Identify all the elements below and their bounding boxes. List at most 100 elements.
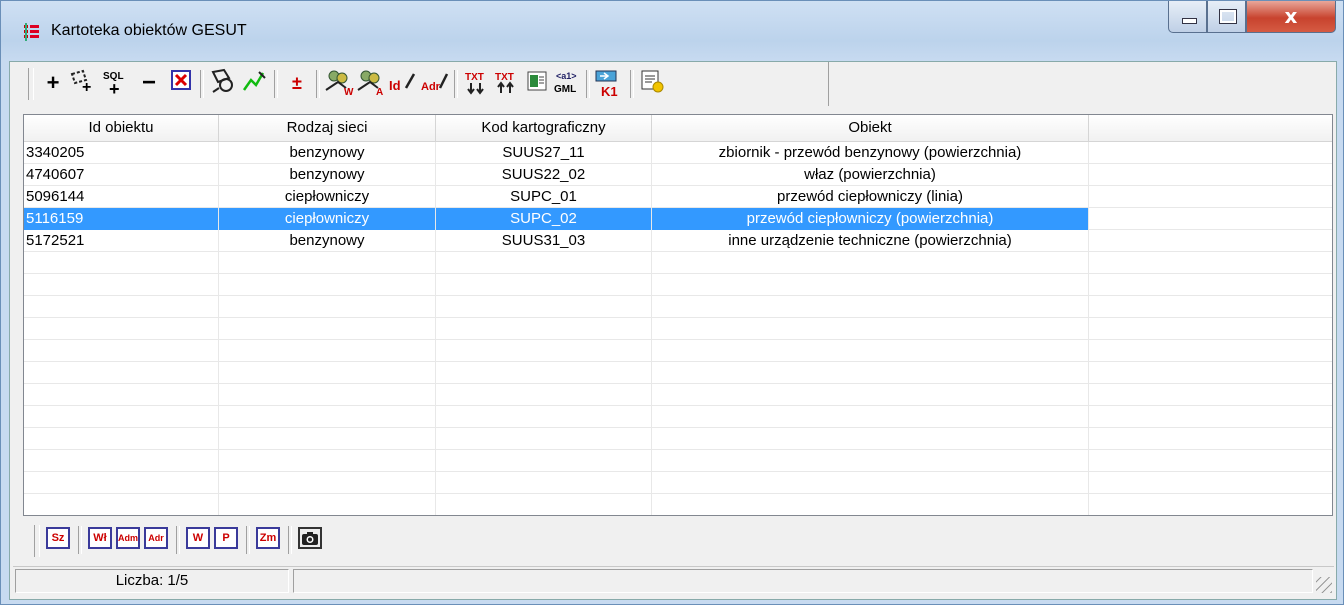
edit-id-button[interactable]: Id — [388, 68, 418, 98]
toolbar-separator — [316, 70, 320, 98]
cell-map-code: SUUS31_03 — [436, 230, 652, 252]
cell-object: inne urządzenie techniczne (powierzchnia… — [652, 230, 1089, 252]
excel-export-icon — [527, 71, 547, 91]
table-row[interactable]: 3340205 benzynowy SUUS27_11 zbiornik - p… — [24, 142, 1332, 164]
bottom-toolbar: Sz Wł Adm Adr W P Zm — [30, 520, 410, 560]
remove-button[interactable]: − — [134, 68, 164, 98]
txt-import-button[interactable]: TXT — [462, 68, 492, 98]
toolbar-separator — [78, 526, 82, 554]
cell-object: przewód ciepłowniczy (powierzchnia) — [652, 208, 1089, 230]
empty-row — [24, 384, 1332, 406]
add-icon: + — [46, 70, 60, 95]
app-window: Kartoteka obiektów GESUT x + + SQL + − ±… — [0, 0, 1344, 605]
adr-button[interactable]: Adr — [144, 527, 168, 549]
k1-icon: K1 — [595, 70, 618, 99]
edit-adr-button[interactable]: Adr — [420, 68, 450, 98]
add-by-polygon-icon: + — [70, 69, 91, 96]
table-row[interactable]: 5096144 ciepłowniczy SUPC_01 przewód cie… — [24, 186, 1332, 208]
w-button[interactable]: W — [186, 527, 210, 549]
column-header-id[interactable]: Id obiektu — [24, 115, 219, 141]
close-icon: x — [1284, 4, 1298, 28]
k1-button[interactable]: K1 — [594, 68, 624, 99]
empty-row — [24, 494, 1332, 515]
resize-grip[interactable] — [1316, 577, 1332, 593]
zm-button[interactable]: Zm — [256, 527, 280, 549]
select-area-button[interactable] — [208, 68, 238, 98]
window-title: Kartoteka obiektów GESUT — [51, 22, 247, 39]
title-bar[interactable]: Kartoteka obiektów GESUT x — [1, 1, 1343, 63]
txt-export-icon: TXT — [495, 72, 514, 93]
users-w-label: W — [344, 87, 354, 96]
draw-line-button[interactable] — [240, 68, 270, 98]
gml-export-icon: <a1> GML — [554, 71, 577, 95]
toolbar-grip[interactable] — [34, 525, 40, 557]
client-area: + + SQL + − ± W A Id Adr TXT TXT <a1> GM… — [9, 61, 1337, 600]
camera-icon — [302, 532, 318, 545]
k1-label: K1 — [601, 84, 618, 98]
table-row[interactable]: 5172521 benzynowy SUUS31_03 inne urządze… — [24, 230, 1332, 252]
toolbar-separator — [200, 70, 204, 98]
txt-export-button[interactable]: TXT — [492, 68, 522, 98]
cell-id: 4740607 — [24, 164, 219, 186]
clear-button[interactable] — [166, 68, 196, 98]
empty-row — [24, 450, 1332, 472]
sql-add-button[interactable]: SQL + — [100, 68, 130, 99]
p-button[interactable]: P — [214, 527, 238, 549]
empty-row — [24, 252, 1332, 274]
column-header-network-type[interactable]: Rodzaj sieci — [219, 115, 436, 141]
report-icon — [641, 70, 664, 93]
edit-adr-label: Adr — [421, 81, 441, 93]
sz-button[interactable]: Sz — [46, 527, 70, 549]
toolbar-separator — [586, 70, 590, 98]
cell-object: przewód ciepłowniczy (linia) — [652, 186, 1089, 208]
remove-icon: − — [141, 69, 156, 96]
cell-network-type: benzynowy — [219, 142, 436, 164]
toolbar-separator — [274, 70, 278, 98]
draw-line-icon — [242, 71, 266, 91]
users-a-icon: A — [357, 70, 383, 98]
column-header-map-code[interactable]: Kod kartograficzny — [436, 115, 652, 141]
camera-button[interactable] — [298, 527, 322, 549]
cell-id: 5172521 — [24, 230, 219, 252]
sql-add-icon: SQL+ — [103, 71, 124, 99]
users-a-button[interactable]: A — [356, 68, 386, 98]
empty-row — [24, 340, 1332, 362]
cell-id: 3340205 — [24, 142, 219, 164]
empty-row — [24, 274, 1332, 296]
table-row-selected[interactable]: 5116159 ciepłowniczy SUPC_02 przewód cie… — [24, 208, 1332, 230]
empty-row — [24, 428, 1332, 450]
excel-export-button[interactable] — [522, 68, 552, 98]
cell-network-type: ciepłowniczy — [219, 186, 436, 208]
table-header: Id obiektu Rodzaj sieci Kod kartograficz… — [24, 115, 1332, 142]
svg-text:+: + — [82, 79, 91, 94]
cell-map-code: SUUS22_02 — [436, 164, 652, 186]
column-header-empty[interactable] — [1089, 115, 1332, 141]
app-icon — [24, 23, 39, 41]
add-by-polygon-button[interactable]: + — [68, 68, 98, 98]
empty-row — [24, 296, 1332, 318]
column-header-object[interactable]: Obiekt — [652, 115, 1089, 141]
add-button[interactable]: + — [38, 68, 68, 98]
clear-icon — [171, 70, 191, 90]
empty-row — [24, 362, 1332, 384]
edit-adr-icon: Adr — [421, 73, 449, 93]
cell-id: 5116159 — [24, 208, 219, 230]
table-row[interactable]: 4740607 benzynowy SUUS22_02 właz (powier… — [24, 164, 1332, 186]
plus-minus-button[interactable]: ± — [282, 68, 312, 98]
gml-export-button[interactable]: <a1> GML — [552, 68, 582, 98]
close-button[interactable]: x — [1246, 1, 1336, 33]
cell-map-code: SUUS27_11 — [436, 142, 652, 164]
minimize-button[interactable] — [1168, 1, 1207, 33]
report-button[interactable] — [638, 68, 668, 98]
toolbar-separator — [630, 70, 634, 98]
toolbar-separator — [454, 70, 458, 98]
users-w-button[interactable]: W — [324, 68, 354, 98]
txt-import-icon: TXT — [465, 72, 484, 95]
adm-button[interactable]: Adm — [116, 527, 140, 549]
toolbar-grip[interactable] — [28, 68, 34, 100]
wl-button[interactable]: Wł — [88, 527, 112, 549]
users-a-label: A — [376, 87, 383, 96]
cell-id: 5096144 — [24, 186, 219, 208]
toolbar-separator — [288, 526, 292, 554]
maximize-button[interactable] — [1207, 1, 1246, 33]
